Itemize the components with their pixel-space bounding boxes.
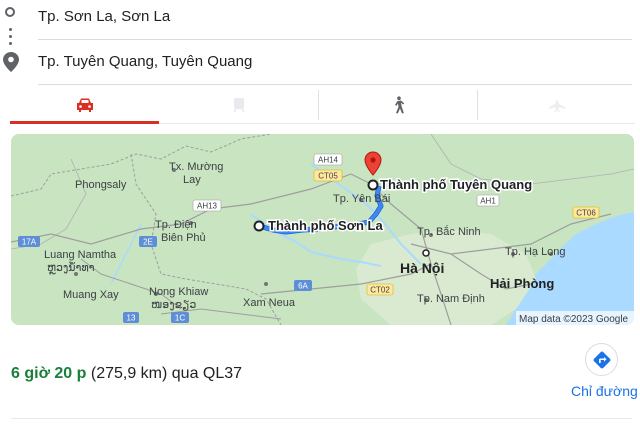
shield-ah14: AH14 [318,156,339,165]
directions-button[interactable] [585,343,618,376]
section-divider [11,418,632,419]
label-muang-xay: Muang Xay [63,289,119,301]
label-muong-lay-2: Lay [183,174,201,186]
label-luang-namtha: Luang Namtha [44,249,117,261]
origin-circle-icon [5,7,15,17]
label-xam-neua: Xam Neua [243,297,296,309]
shield-17a: 17A [22,238,37,247]
active-tab-indicator [10,121,159,124]
directions-label[interactable]: Chỉ đường [571,383,638,399]
map-destination-marker-icon [367,179,379,191]
shield-ct05: CT05 [318,172,338,181]
label-phongsaly: Phongsaly [75,179,127,191]
car-icon [76,98,93,112]
label-luang-namtha-lao: ຫຼວງນ້ຳທາ [47,261,95,275]
shield-ct06: CT06 [576,209,596,218]
label-bac-ninh: Tp. Bắc Ninh [417,225,481,238]
shield-ct02: CT02 [370,286,390,295]
label-ha-noi: Hà Nội [400,260,444,276]
travel-via: qua QL37 [171,365,243,382]
origin-row[interactable]: Tp. Sơn La, Sơn La [0,0,640,40]
origin-text[interactable]: Tp. Sơn La, Sơn La [38,8,170,25]
transit-icon [232,98,245,113]
tab-driving[interactable] [10,86,159,124]
route-summary: 6 giờ 20 p (275,9 km) qua QL37 [11,365,242,383]
destination-underline [38,84,632,85]
walking-icon [395,96,405,114]
shield-13: 13 [127,314,136,323]
label-muong-lay-1: Tx. Mường [169,161,223,173]
travel-mode-tabs [10,86,635,124]
label-nong-khiaw: Nong Khiaw [149,286,208,298]
map-destination-label: Thành phố Tuyên Quang [380,177,532,192]
map-origin-label: Thành phố Sơn La [268,218,383,233]
label-nong-khiaw-lao: ໜອງຂຽວ [151,299,196,311]
shield-1c: 1C [175,314,185,323]
destination-text[interactable]: Tp. Tuyên Quang, Tuyên Quang [38,53,252,70]
origin-underline [38,39,632,40]
shield-6a: 6A [298,282,308,291]
label-dien-bien-2: Biên Phủ [161,232,206,244]
label-hai-phong: Hải Phòng [490,276,554,291]
label-nam-dinh: Tp. Nam Định [417,293,485,305]
directions-icon [593,351,610,368]
map-attribution: Map data ©2023 Google [519,314,629,325]
travel-time: 6 giờ 20 p [11,365,87,382]
travel-distance: (275,9 km) [90,365,168,382]
shield-2e: 2E [143,238,153,247]
tab-walking[interactable] [319,86,477,124]
tab-transit[interactable] [159,86,318,124]
label-ha-long: Tp. Hạ Long [505,246,566,258]
label-yen-bai: Tp. Yên Bái [333,193,390,205]
map-origin-marker-icon [253,220,265,232]
shield-ah13: AH13 [197,202,218,211]
shield-ah1: AH1 [480,197,496,206]
label-dien-bien-1: Tp. Điện [155,219,197,231]
route-map[interactable]: AH14 CT05 AH13 17A 2E 6A 13 1C CT02 AH1 … [11,134,634,325]
destination-row[interactable]: Tp. Tuyên Quang, Tuyên Quang [0,45,640,85]
flight-icon [548,99,565,112]
tab-flights[interactable] [478,86,635,124]
